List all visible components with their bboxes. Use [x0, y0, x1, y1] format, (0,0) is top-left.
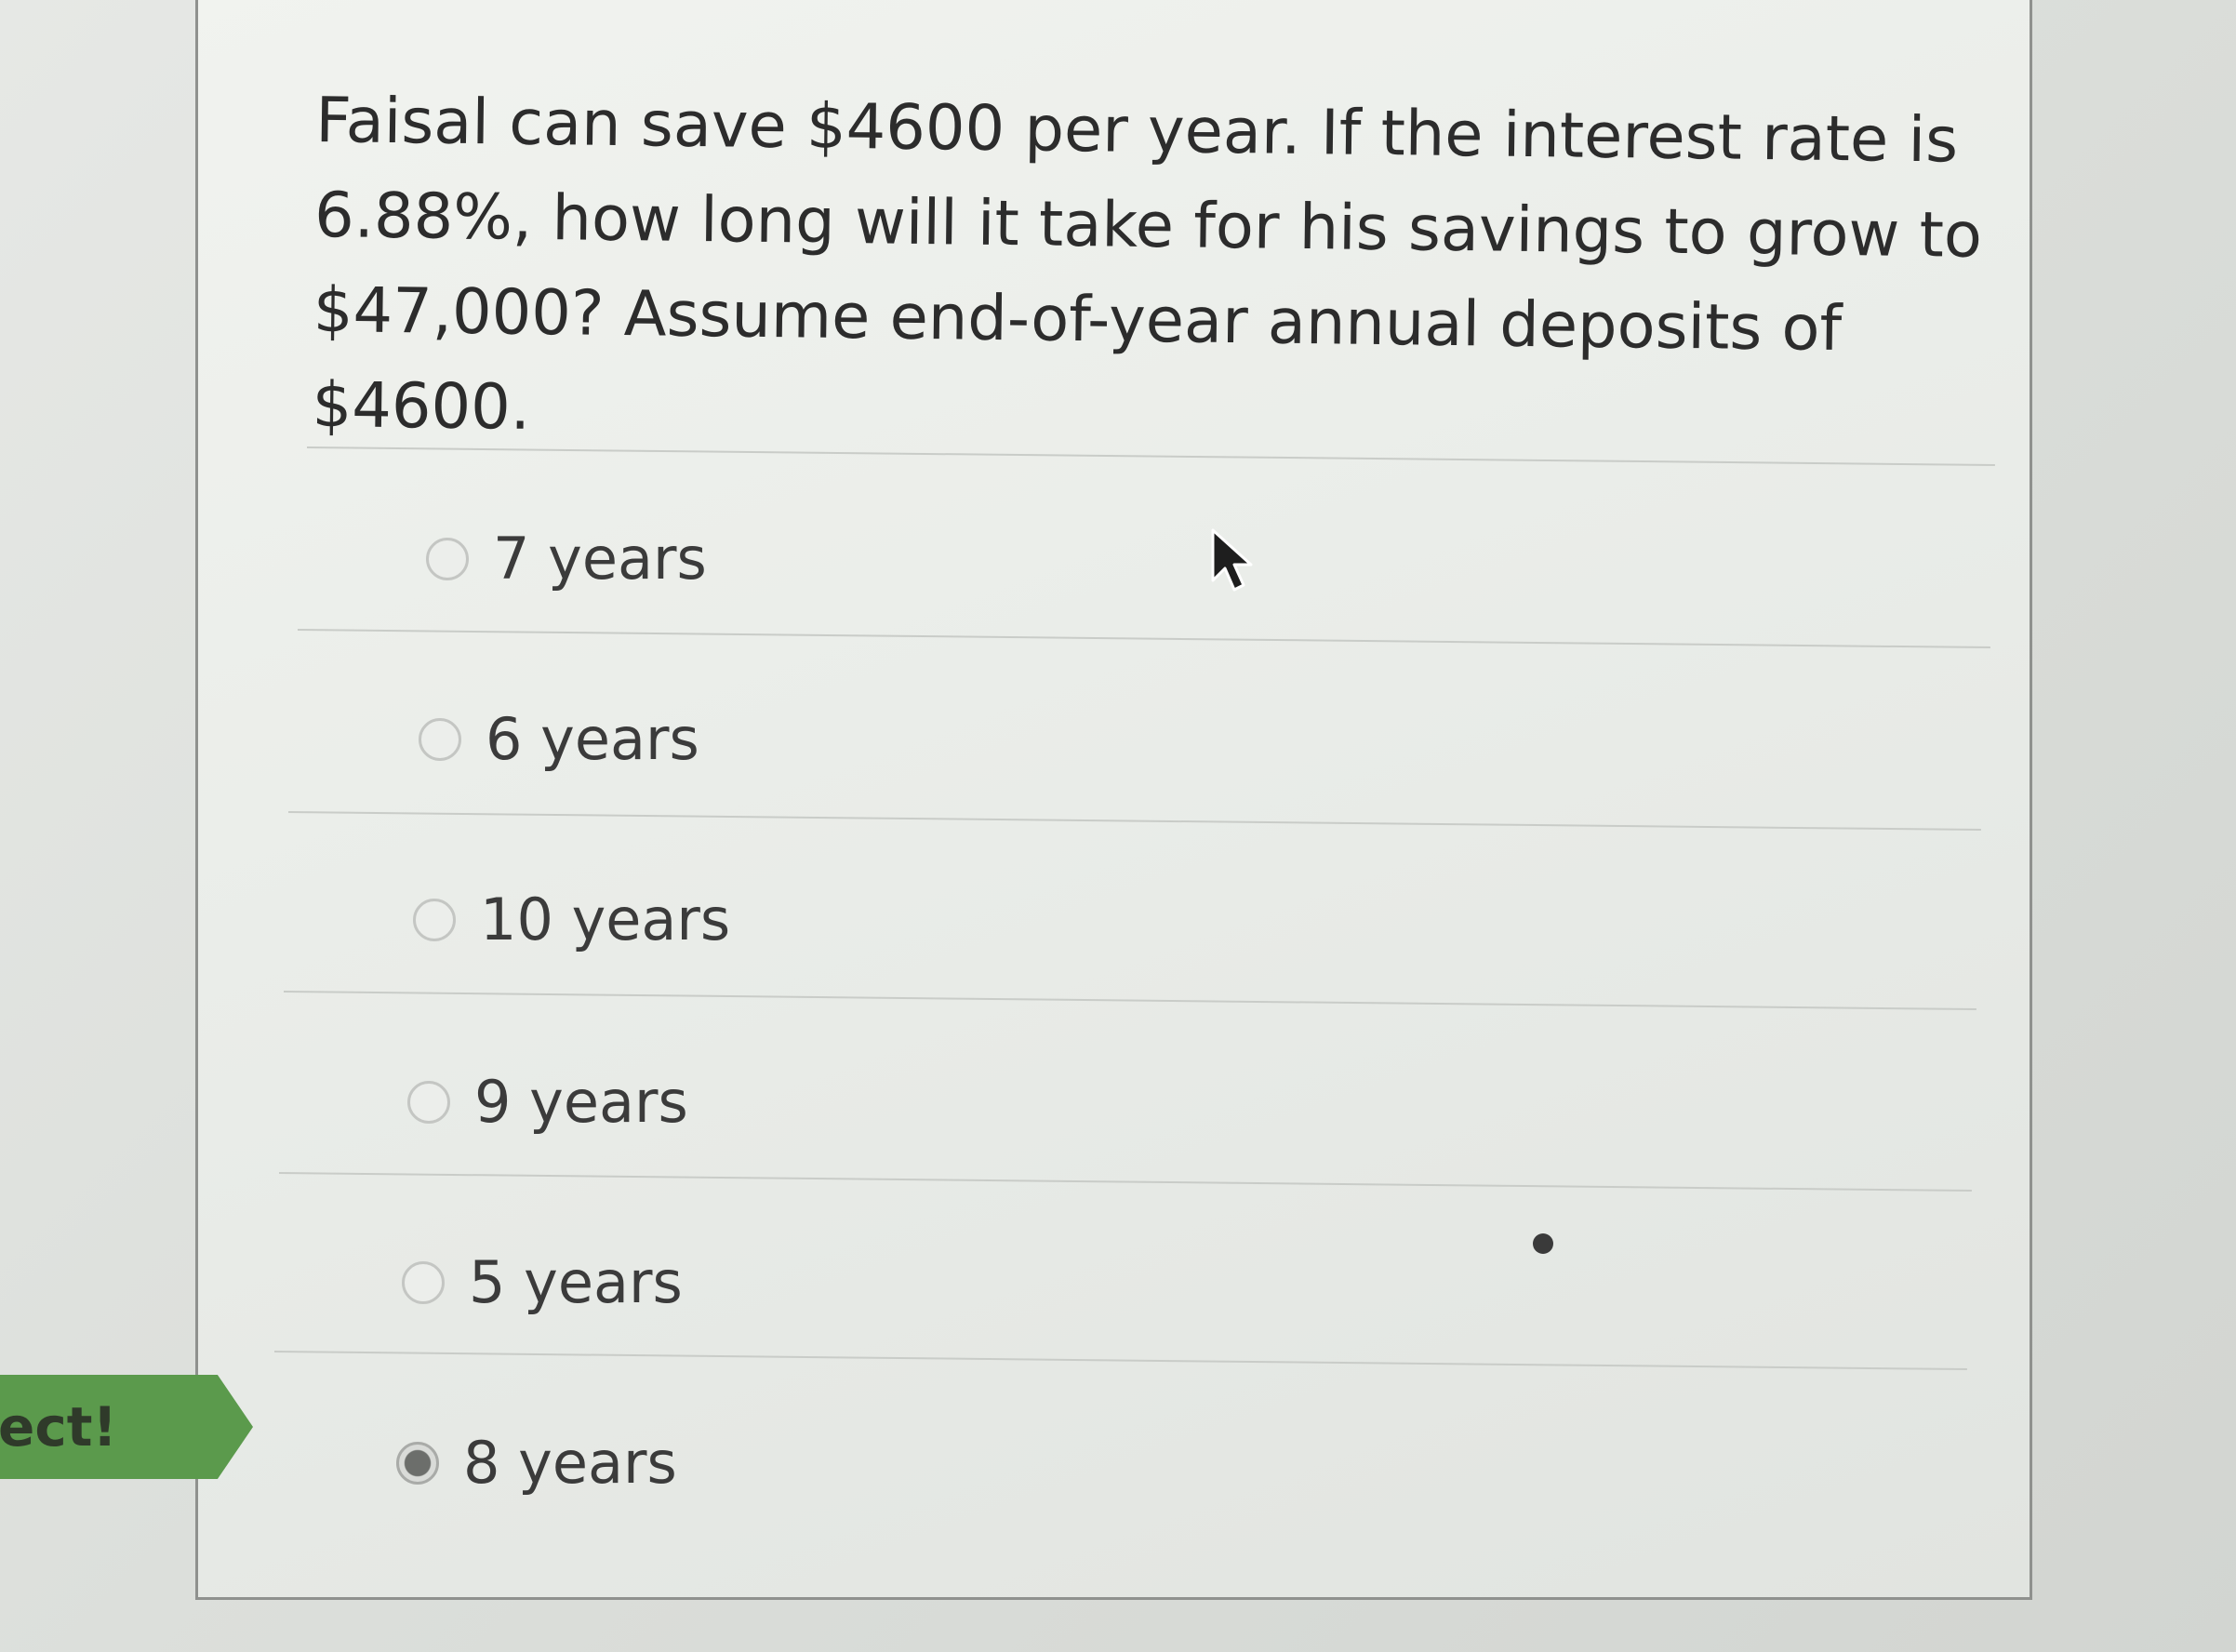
answer-option-7-years[interactable]: 7 years: [426, 525, 707, 593]
answer-option-5-years[interactable]: 5 years: [402, 1248, 683, 1316]
answer-option-label: 6 years: [486, 705, 699, 773]
feedback-text: ect!: [0, 1395, 117, 1459]
answer-option-label: 7 years: [493, 525, 707, 593]
screen-speck: [1533, 1233, 1553, 1254]
answer-option-9-years[interactable]: 9 years: [407, 1068, 688, 1136]
radio-button[interactable]: [413, 898, 456, 941]
radio-button[interactable]: [426, 537, 469, 580]
radio-button[interactable]: [402, 1260, 445, 1304]
answer-option-label: 8 years: [463, 1429, 677, 1497]
answer-option-label: 9 years: [474, 1068, 688, 1136]
answer-option-10-years[interactable]: 10 years: [413, 886, 730, 953]
answer-option-label: 10 years: [480, 886, 731, 953]
radio-button[interactable]: [407, 1080, 450, 1124]
answer-option-8-years[interactable]: 8 years: [396, 1429, 677, 1497]
mouse-pointer-icon: [1211, 528, 1253, 592]
answer-option-6-years[interactable]: 6 years: [419, 705, 699, 773]
radio-button[interactable]: [419, 717, 461, 761]
radio-button-selected[interactable]: [396, 1441, 439, 1485]
question-text: Faisal can save $4600 per year. If the i…: [312, 83, 1983, 444]
answer-option-label: 5 years: [469, 1248, 683, 1316]
